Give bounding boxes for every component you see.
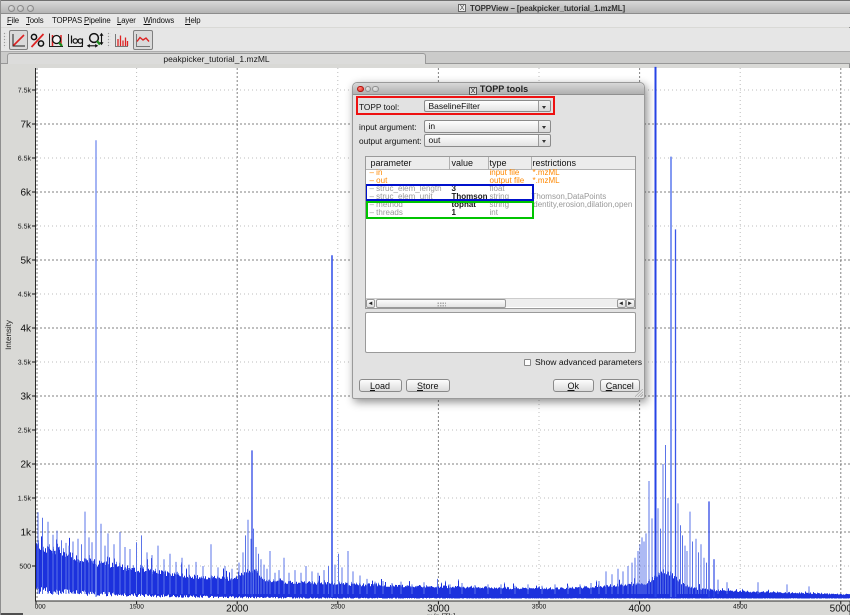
svg-text:4000: 4000 xyxy=(628,604,651,615)
svg-text:5000: 5000 xyxy=(830,604,850,615)
svg-text:5k: 5k xyxy=(20,256,32,267)
svg-text:3.5k: 3.5k xyxy=(18,359,32,367)
svg-text:2500: 2500 xyxy=(331,604,346,611)
svg-text:6k: 6k xyxy=(20,188,32,199)
svg-text:1500: 1500 xyxy=(129,604,144,611)
svg-text:4500: 4500 xyxy=(733,604,748,611)
svg-text:4k: 4k xyxy=(20,324,32,335)
svg-text:2k: 2k xyxy=(20,460,32,471)
svg-text:7.5k: 7.5k xyxy=(18,87,32,95)
svg-text:2.5k: 2.5k xyxy=(18,427,32,435)
svg-text:4.5k: 4.5k xyxy=(18,291,32,299)
svg-text:Intensity: Intensity xyxy=(4,320,13,350)
svg-text:1.5k: 1.5k xyxy=(18,495,32,503)
svg-text:1k: 1k xyxy=(20,528,32,539)
svg-text:500: 500 xyxy=(19,564,31,571)
svg-text:2000: 2000 xyxy=(226,604,249,615)
svg-text:7k: 7k xyxy=(20,120,32,131)
svg-text:6.5k: 6.5k xyxy=(18,155,32,163)
svg-text:5.5k: 5.5k xyxy=(18,223,32,231)
svg-text:000: 000 xyxy=(35,604,46,611)
svg-text:3k: 3k xyxy=(20,392,32,403)
svg-text:3500: 3500 xyxy=(532,604,547,611)
